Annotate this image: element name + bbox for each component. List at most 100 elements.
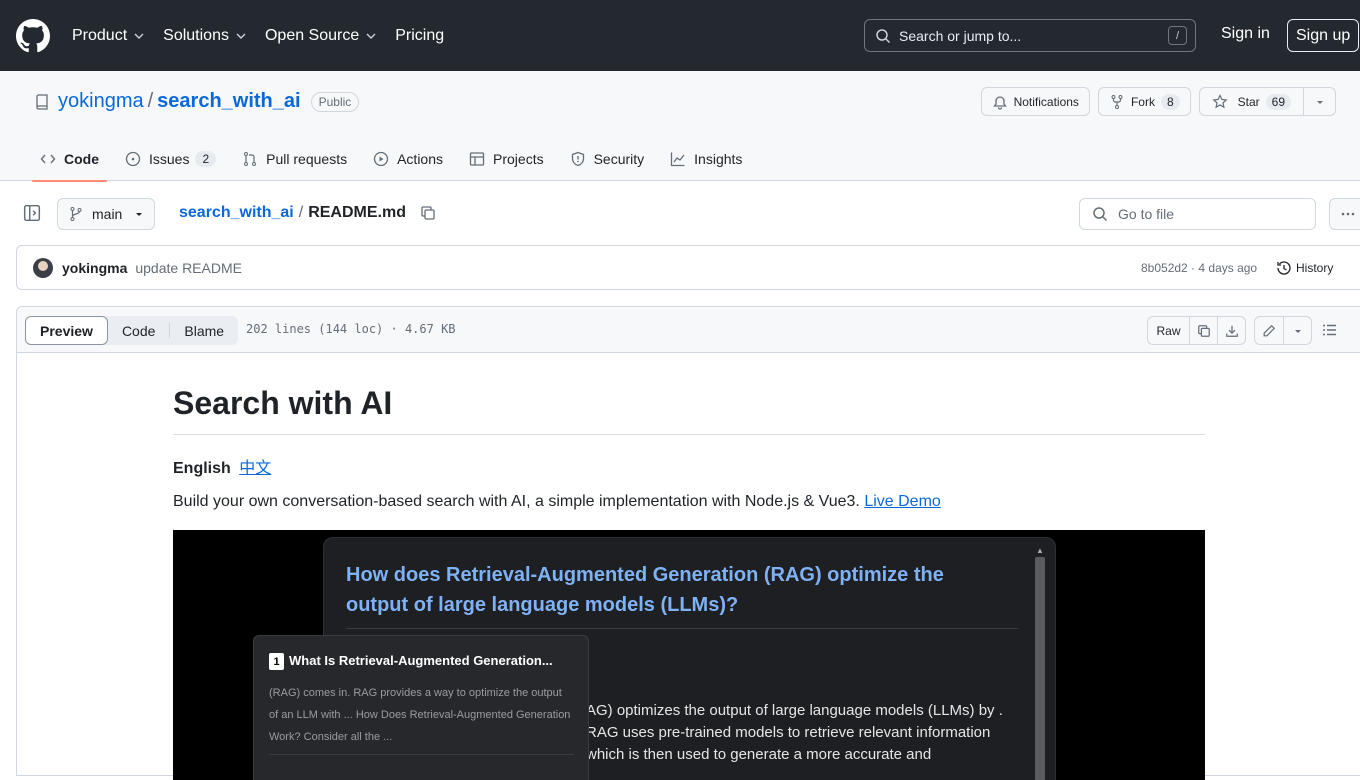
outline-button[interactable] bbox=[1322, 322, 1338, 338]
demo-question: How does Retrieval-Augmented Generation … bbox=[346, 564, 944, 616]
tab-label: Pull requests bbox=[266, 151, 348, 167]
global-header: Product Solutions Open Source Pricing Se… bbox=[0, 0, 1360, 71]
triangle-down-icon bbox=[1316, 100, 1323, 104]
edit-options-dropdown[interactable] bbox=[1284, 316, 1312, 345]
copy-icon bbox=[1197, 324, 1210, 337]
star-list-dropdown[interactable] bbox=[1304, 87, 1336, 116]
history-button[interactable]: History bbox=[1276, 260, 1333, 276]
avatar[interactable] bbox=[33, 257, 53, 278]
more-options-button[interactable] bbox=[1329, 198, 1360, 230]
language-switch: English 中文 bbox=[173, 454, 271, 478]
issues-count: 2 bbox=[195, 151, 217, 167]
copy-raw-button[interactable] bbox=[1190, 316, 1218, 345]
readme-description: Build your own conversation-based search… bbox=[173, 493, 941, 511]
tab-code[interactable]: Code bbox=[32, 137, 107, 182]
copy-icon bbox=[421, 206, 435, 220]
branch-name: main bbox=[92, 206, 123, 222]
search-placeholder: Search or jump to... bbox=[899, 27, 1022, 44]
search-icon bbox=[876, 28, 891, 43]
copy-path-button[interactable] bbox=[420, 205, 436, 221]
breadcrumb-file: README.md bbox=[308, 204, 406, 221]
edit-file-button[interactable] bbox=[1254, 316, 1284, 345]
commit-sha-time[interactable]: 8b052d2 · 4 days ago bbox=[1141, 261, 1257, 275]
file-meta: 202 lines (144 loc) · 4.67 KB bbox=[246, 322, 456, 336]
repo-name-link[interactable]: search_with_ai bbox=[157, 90, 300, 113]
readme-title: Search with AI bbox=[173, 385, 1205, 435]
divider bbox=[346, 628, 1018, 629]
tab-pull-requests[interactable]: Pull requests bbox=[234, 137, 355, 181]
commit-author-link[interactable]: yokingma bbox=[62, 260, 127, 276]
notifications-button[interactable]: Notifications bbox=[980, 87, 1090, 116]
breadcrumb-repo-link[interactable]: search_with_ai bbox=[179, 204, 294, 222]
file-viewer-header: Preview Code Blame 202 lines (144 loc) ·… bbox=[17, 307, 1360, 353]
download-icon bbox=[1225, 325, 1238, 337]
view-code-button[interactable]: Code bbox=[108, 316, 169, 345]
star-button[interactable]: Star 69 bbox=[1198, 87, 1304, 116]
notifications-label: Notifications bbox=[1013, 94, 1079, 109]
sidebar-expand-icon bbox=[23, 204, 41, 222]
chevron-down-icon bbox=[134, 33, 144, 39]
repo-actions: Notifications Fork 8 Star 69 bbox=[980, 87, 1336, 116]
side-panel-toggle[interactable] bbox=[23, 204, 41, 222]
repo-owner-link[interactable]: yokingma bbox=[58, 90, 144, 113]
repo-icon bbox=[36, 93, 48, 110]
tab-projects[interactable]: Projects bbox=[461, 137, 552, 181]
chevron-down-icon bbox=[236, 33, 246, 39]
view-preview-button[interactable]: Preview bbox=[25, 316, 108, 345]
tab-label: Issues bbox=[149, 151, 190, 167]
branch-selector[interactable]: main bbox=[57, 198, 156, 230]
view-mode-switch: Preview Code Blame bbox=[25, 316, 239, 345]
go-to-file-input[interactable]: Go to file bbox=[1079, 198, 1316, 230]
list-unordered-icon bbox=[1323, 324, 1336, 336]
go-to-file-placeholder: Go to file bbox=[1118, 206, 1175, 222]
tab-insights[interactable]: Insights bbox=[662, 137, 750, 181]
triangle-down-icon bbox=[136, 213, 143, 216]
tab-security[interactable]: Security bbox=[562, 137, 653, 181]
history-label: History bbox=[1296, 260, 1334, 275]
demo-source-tooltip: 1 What Is Retrieval-Augmented Generation… bbox=[253, 635, 589, 780]
sign-in-link[interactable]: Sign in bbox=[1221, 25, 1270, 43]
nav-solutions[interactable]: Solutions bbox=[163, 27, 247, 45]
language-chinese-link[interactable]: 中文 bbox=[239, 460, 271, 477]
table-icon bbox=[469, 152, 485, 166]
view-blame-button[interactable]: Blame bbox=[170, 316, 238, 345]
global-search-input[interactable]: Search or jump to... / bbox=[864, 19, 1196, 52]
file-viewer: Preview Code Blame 202 lines (144 loc) ·… bbox=[16, 306, 1360, 780]
language-current: English bbox=[173, 460, 231, 477]
tab-issues[interactable]: Issues 2 bbox=[117, 137, 224, 181]
source-snippet: (RAG) comes in. RAG provides a way to op… bbox=[269, 687, 571, 743]
issue-icon bbox=[125, 151, 141, 167]
live-demo-link[interactable]: Live Demo bbox=[864, 493, 940, 510]
nav-product[interactable]: Product bbox=[72, 27, 145, 45]
demo-answer-text: AG) optimizes the output of large langua… bbox=[586, 702, 1003, 763]
star-icon bbox=[1212, 93, 1228, 108]
history-icon bbox=[1277, 260, 1291, 275]
fork-icon bbox=[1111, 94, 1123, 109]
branch-icon bbox=[70, 207, 82, 221]
fork-button[interactable]: Fork 8 bbox=[1097, 87, 1191, 116]
tab-label: Actions bbox=[397, 151, 444, 167]
breadcrumb: search_with_ai / README.md bbox=[179, 204, 436, 222]
code-icon bbox=[40, 154, 56, 164]
kebab-horizontal-icon bbox=[1341, 212, 1355, 216]
sign-up-button[interactable]: Sign up bbox=[1287, 19, 1360, 52]
tab-actions[interactable]: Actions bbox=[365, 137, 451, 181]
pull-request-icon bbox=[244, 152, 257, 166]
github-logo-icon[interactable] bbox=[16, 18, 72, 53]
star-label: Star bbox=[1237, 94, 1260, 109]
download-button[interactable] bbox=[1218, 316, 1246, 345]
star-count: 69 bbox=[1265, 93, 1291, 110]
divider bbox=[269, 754, 574, 755]
search-shortcut-key: / bbox=[1168, 26, 1187, 45]
repo-header: yokingma / search_with_ai Public Notific… bbox=[0, 71, 1360, 182]
repo-title: yokingma / search_with_ai Public bbox=[34, 90, 360, 113]
latest-commit-bar: yokingma update README 8b052d2 · 4 days … bbox=[16, 245, 1360, 290]
raw-button[interactable]: Raw bbox=[1147, 316, 1190, 345]
commit-message-link[interactable]: update README bbox=[135, 260, 242, 276]
nav-pricing[interactable]: Pricing bbox=[395, 27, 444, 45]
nav-label: Solutions bbox=[163, 26, 229, 44]
nav-open-source[interactable]: Open Source bbox=[265, 27, 377, 45]
play-icon bbox=[373, 151, 389, 167]
fork-label: Fork bbox=[1130, 94, 1155, 109]
global-nav: Product Solutions Open Source Pricing bbox=[72, 27, 462, 45]
